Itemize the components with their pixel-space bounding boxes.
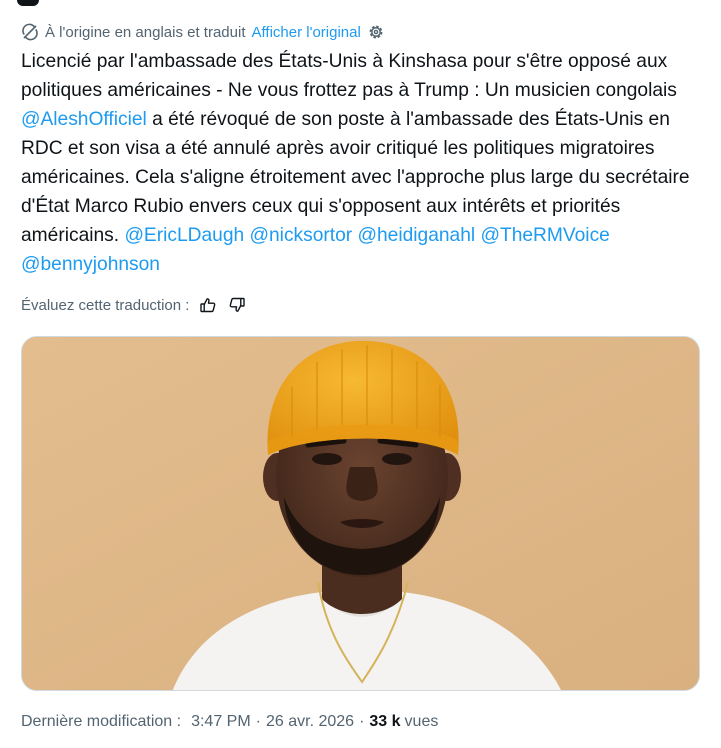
mention-link-bennyjohnson[interactable]: @bennyjohnson	[21, 254, 160, 275]
translation-bar: À l'origine en anglais et traduit Affich…	[21, 20, 385, 44]
tweet-photo[interactable]	[21, 336, 700, 691]
mention-link-thermvoice[interactable]: @TheRMVoice	[481, 225, 610, 246]
mention-link-aleshofficiel[interactable]: @AleshOfficiel	[21, 109, 147, 130]
translate-icon	[21, 23, 39, 41]
portrait-photo	[22, 337, 699, 690]
show-original-link[interactable]: Afficher l'original	[252, 24, 361, 41]
avatar-edge	[17, 0, 39, 6]
tweet-date[interactable]: 26 avr. 2026	[266, 713, 354, 731]
mention-link-heidiganahl[interactable]: @heidiganahl	[358, 225, 476, 246]
views-count[interactable]: 33 k	[369, 713, 400, 731]
translation-origin-text: À l'origine en anglais et traduit	[45, 23, 246, 41]
thumbs-down-icon[interactable]	[227, 295, 247, 315]
meta-separator: ·	[359, 713, 365, 730]
tweet-text: Licencié par l'ambassade des États-Unis …	[21, 47, 707, 279]
thumbs-up-icon[interactable]	[198, 295, 218, 315]
meta-separator: ·	[255, 713, 261, 730]
tweet-time[interactable]: 3:47 PM	[191, 713, 251, 731]
rate-translation-row: Évaluez cette traduction :	[21, 293, 247, 317]
tweet-text-segment: Licencié par l'ambassade des États-Unis …	[21, 51, 677, 101]
tweet-meta: Dernière modification : 3:47 PM · 26 avr…	[21, 709, 438, 735]
rate-translation-label: Évaluez cette traduction :	[21, 296, 190, 314]
views-label: vues	[404, 713, 439, 730]
gear-icon[interactable]	[367, 23, 385, 41]
modified-prefix: Dernière modification :	[21, 713, 182, 730]
mention-link-nicksortor[interactable]: @nicksortor	[250, 225, 353, 246]
mention-link-ericldaugh[interactable]: @EricLDaugh	[124, 225, 244, 246]
